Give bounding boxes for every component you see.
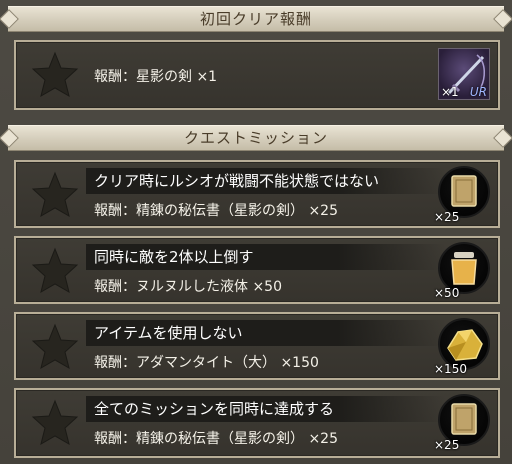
mission-card: 同時に敵を2体以上倒す 報酬：ヌルヌルした液体 ×50 ×50: [14, 236, 500, 304]
gold-ore-icon[interactable]: ×150: [434, 318, 490, 376]
tome-icon[interactable]: ×25: [434, 394, 490, 452]
mission-reward: 報酬：精錬の秘伝書（星影の剣） ×25: [94, 203, 338, 219]
first-clear-reward: 報酬：星影の剣 ×1: [94, 69, 218, 85]
mission-card: クリア時にルシオが戦闘不能状態ではない 報酬：精錬の秘伝書（星影の剣） ×25 …: [14, 160, 500, 228]
quest-missions-header-title: クエストミッション: [183, 129, 328, 147]
first-clear-card: 報酬：星影の剣 ×1 ×1 UR: [14, 40, 500, 110]
item-count: ×25: [434, 438, 460, 452]
mission-title: クリア時にルシオが戦闘不能状態ではない: [86, 168, 446, 194]
sword-icon[interactable]: ×1 UR: [438, 48, 490, 100]
mission-reward: 報酬：精錬の秘伝書（星影の剣） ×25: [94, 431, 338, 447]
star-icon: [30, 170, 80, 220]
star-icon: [30, 398, 80, 448]
mission-title: アイテムを使用しない: [86, 320, 446, 346]
mission-reward: 報酬：アダマンタイト（大） ×150: [94, 355, 319, 371]
mission-card: 全てのミッションを同時に達成する 報酬：精錬の秘伝書（星影の剣） ×25 ×25: [14, 388, 500, 458]
mission-title: 全てのミッションを同時に達成する: [86, 396, 446, 422]
first-clear-header: 初回クリア報酬: [0, 6, 512, 32]
star-icon: [30, 50, 80, 100]
liquid-jar-icon[interactable]: ×50: [434, 242, 490, 300]
mission-card: アイテムを使用しない 報酬：アダマンタイト（大） ×150 ×150: [14, 312, 500, 380]
mission-reward: 報酬：ヌルヌルした液体 ×50: [94, 279, 282, 295]
tome-icon[interactable]: ×25: [434, 166, 490, 224]
first-clear-item-count: ×1: [441, 85, 459, 99]
quest-missions-header: クエストミッション: [0, 125, 512, 151]
mission-title: 同時に敵を2体以上倒す: [86, 244, 446, 270]
item-count: ×150: [434, 362, 467, 376]
item-count: ×25: [434, 210, 460, 224]
star-icon: [30, 246, 80, 296]
rank-badge: UR: [469, 85, 487, 99]
item-count: ×50: [434, 286, 460, 300]
star-icon: [30, 322, 80, 372]
first-clear-header-title: 初回クリア報酬: [199, 10, 312, 28]
